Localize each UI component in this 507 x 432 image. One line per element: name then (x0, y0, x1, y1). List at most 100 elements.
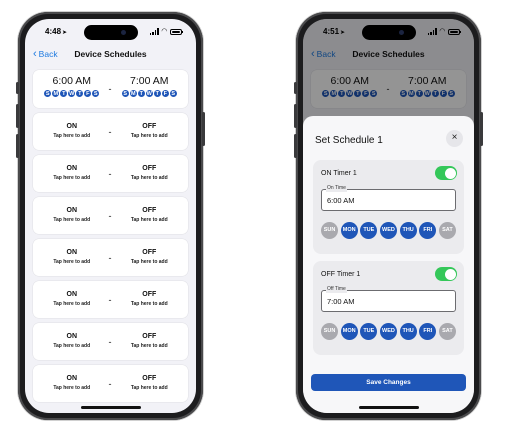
day-dot: S (168, 89, 178, 98)
off-label: OFF (142, 333, 157, 340)
off-section[interactable]: OFF Tap here to add (111, 155, 189, 192)
home-indicator (80, 406, 141, 409)
on-time-field[interactable]: On Time 6:00 AM (321, 185, 456, 211)
off-section[interactable]: OFF Tap here to add (111, 239, 189, 276)
day-toggle-mon[interactable]: MON (340, 323, 358, 340)
dynamic-island (83, 25, 138, 40)
off-section[interactable]: OFF Tap here to add (111, 365, 189, 402)
schedule-card-6[interactable]: ON Tap here to add - OFF Tap here to add (33, 281, 188, 318)
battery-icon (170, 28, 183, 35)
off-hint: Tap here to add (130, 385, 168, 391)
day-toggle-tue[interactable]: TUE (360, 323, 378, 340)
day-toggle-sat[interactable]: SAT (438, 222, 456, 239)
on-time-section[interactable]: 6:00 AM S M T W T F S (33, 70, 111, 108)
on-section[interactable]: ON Tap here to add (33, 323, 111, 360)
on-label: ON (66, 207, 78, 214)
on-section[interactable]: ON Tap here to add (33, 113, 111, 150)
volume-up-button (16, 104, 19, 128)
screen: 4:51➤ ◠ ‹ Back Device Schedules 6:00 AM S… (303, 19, 474, 413)
off-hint: Tap here to add (130, 217, 168, 223)
day-toggle-sun[interactable]: SUN (321, 323, 338, 340)
off-timer-toggle[interactable] (435, 267, 457, 281)
off-label: OFF (142, 165, 157, 172)
on-hint: Tap here to add (53, 133, 91, 139)
on-time-field-label: On Time (326, 185, 347, 192)
off-section[interactable]: OFF Tap here to add (111, 323, 189, 360)
day-toggle-tue[interactable]: TUE (360, 222, 378, 239)
cellular-signal-icon (149, 28, 159, 35)
on-timer-label: ON Timer 1 (321, 170, 357, 177)
day-toggle-wed[interactable]: WED (379, 323, 397, 340)
off-time-field[interactable]: Off Time 7:00 AM (321, 286, 456, 312)
on-label: ON (66, 333, 78, 340)
schedule-card-5[interactable]: ON Tap here to add - OFF Tap here to add (33, 239, 188, 276)
on-label: ON (66, 165, 78, 172)
phone-device-schedules: 4:48➤ ◠ ‹ Back Device Schedules 6:00 AM S… (16, 12, 205, 420)
on-section[interactable]: ON Tap here to add (33, 365, 111, 402)
status-icons: ◠ (149, 28, 183, 35)
day-toggle-sat[interactable]: SAT (438, 323, 456, 340)
schedule-card-2[interactable]: ON Tap here to add - OFF Tap here to add (33, 113, 188, 150)
off-timer-label: OFF Timer 1 (321, 271, 361, 278)
on-hint: Tap here to add (53, 259, 91, 265)
power-button (480, 112, 483, 146)
schedule-card-8[interactable]: ON Tap here to add - OFF Tap here to add (33, 365, 188, 402)
schedule-card-7[interactable]: ON Tap here to add - OFF Tap here to add (33, 323, 188, 360)
day-toggle-fri[interactable]: FRI (419, 222, 437, 239)
day-toggle-wed[interactable]: WED (379, 222, 397, 239)
phone-set-schedule: 4:51➤ ◠ ‹ Back Device Schedules 6:00 AM S… (294, 12, 483, 420)
dynamic-island (361, 25, 416, 40)
power-button (202, 112, 205, 146)
off-label: OFF (142, 375, 157, 382)
status-time: 4:48➤ (45, 27, 67, 36)
sheet-title: Set Schedule 1 (315, 135, 383, 146)
set-schedule-sheet: Set Schedule 1 × ON Timer 1 On Time 6:00… (303, 116, 474, 413)
off-hint: Tap here to add (130, 259, 168, 265)
on-time-field-value: 6:00 AM (327, 196, 355, 205)
close-icon[interactable]: × (446, 130, 463, 147)
off-time-value: 7:00 AM (129, 75, 169, 87)
off-days-row: S M T W T F S (111, 89, 189, 98)
on-days-row: S M T W T F S (33, 89, 111, 98)
day-toggle-fri[interactable]: FRI (419, 323, 437, 340)
nav-bar: ‹ Back Device Schedules (25, 45, 196, 65)
on-hint: Tap here to add (53, 385, 91, 391)
on-section[interactable]: ON Tap here to add (33, 197, 111, 234)
off-section[interactable]: OFF Tap here to add (111, 197, 189, 234)
schedule-card-1[interactable]: 6:00 AM S M T W T F S - 7:00 AM S M T W … (33, 70, 188, 108)
on-timer-toggle[interactable] (435, 166, 457, 180)
day-dot: S (91, 89, 101, 98)
on-hint: Tap here to add (53, 301, 91, 307)
off-time-field-value: 7:00 AM (327, 297, 355, 306)
day-toggle-thu[interactable]: THU (399, 222, 417, 239)
on-section[interactable]: ON Tap here to add (33, 155, 111, 192)
off-time-field-label: Off Time (326, 286, 347, 293)
schedule-card-3[interactable]: ON Tap here to add - OFF Tap here to add (33, 155, 188, 192)
day-toggle-mon[interactable]: MON (340, 222, 358, 239)
off-hint: Tap here to add (130, 301, 168, 307)
on-time-value: 6:00 AM (52, 75, 92, 87)
off-day-selector: SUN MON TUE WED THU FRI SAT (321, 323, 456, 340)
on-day-selector: SUN MON TUE WED THU FRI SAT (321, 222, 456, 239)
wifi-icon: ◠ (161, 28, 167, 35)
home-indicator (358, 406, 419, 409)
off-time-section[interactable]: 7:00 AM S M T W T F S (111, 70, 189, 108)
on-timer-panel: ON Timer 1 On Time 6:00 AM SUN MON TUE W… (313, 160, 464, 254)
on-label: ON (66, 123, 78, 130)
off-section[interactable]: OFF Tap here to add (111, 281, 189, 318)
schedule-card-4[interactable]: ON Tap here to add - OFF Tap here to add (33, 197, 188, 234)
day-toggle-thu[interactable]: THU (399, 323, 417, 340)
save-changes-button[interactable]: Save Changes (311, 374, 466, 391)
day-toggle-sun[interactable]: SUN (321, 222, 338, 239)
on-section[interactable]: ON Tap here to add (33, 281, 111, 318)
on-hint: Tap here to add (53, 343, 91, 349)
volume-down-button (294, 134, 297, 158)
page-title: Device Schedules (74, 49, 147, 59)
location-arrow-icon: ➤ (62, 30, 68, 36)
off-label: OFF (142, 207, 157, 214)
off-hint: Tap here to add (130, 343, 168, 349)
off-label: OFF (142, 249, 157, 256)
on-label: ON (66, 249, 78, 256)
on-section[interactable]: ON Tap here to add (33, 239, 111, 276)
off-section[interactable]: OFF Tap here to add (111, 113, 189, 150)
